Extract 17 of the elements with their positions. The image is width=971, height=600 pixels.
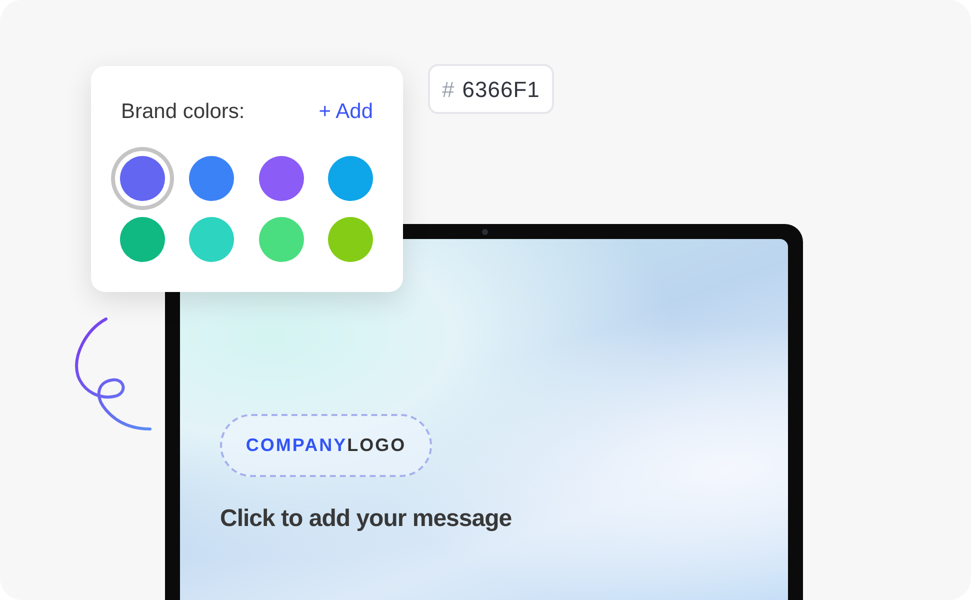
color-swatch[interactable] bbox=[258, 216, 304, 262]
hex-value-text: 6366F1 bbox=[462, 76, 540, 104]
logo-wordmark: COMPANYLOGO bbox=[246, 434, 406, 457]
hash-text: # bbox=[442, 76, 454, 104]
message-text[interactable]: Click to add your message bbox=[220, 501, 788, 537]
logo-placeholder[interactable]: COMPANYLOGO bbox=[220, 414, 432, 477]
popup-title: Brand colors: bbox=[121, 99, 245, 125]
color-swatch[interactable] bbox=[258, 156, 304, 200]
color-swatch[interactable] bbox=[189, 156, 234, 200]
add-color-link[interactable]: + Add bbox=[318, 96, 373, 128]
color-swatch[interactable] bbox=[189, 216, 234, 262]
color-swatch[interactable] bbox=[328, 216, 373, 262]
color-swatch[interactable] bbox=[120, 156, 165, 200]
hex-color-chip[interactable]: # 6366F1 bbox=[428, 64, 554, 114]
color-swatch[interactable] bbox=[120, 216, 165, 262]
camera-icon bbox=[482, 229, 488, 235]
color-swatch[interactable] bbox=[328, 156, 373, 200]
